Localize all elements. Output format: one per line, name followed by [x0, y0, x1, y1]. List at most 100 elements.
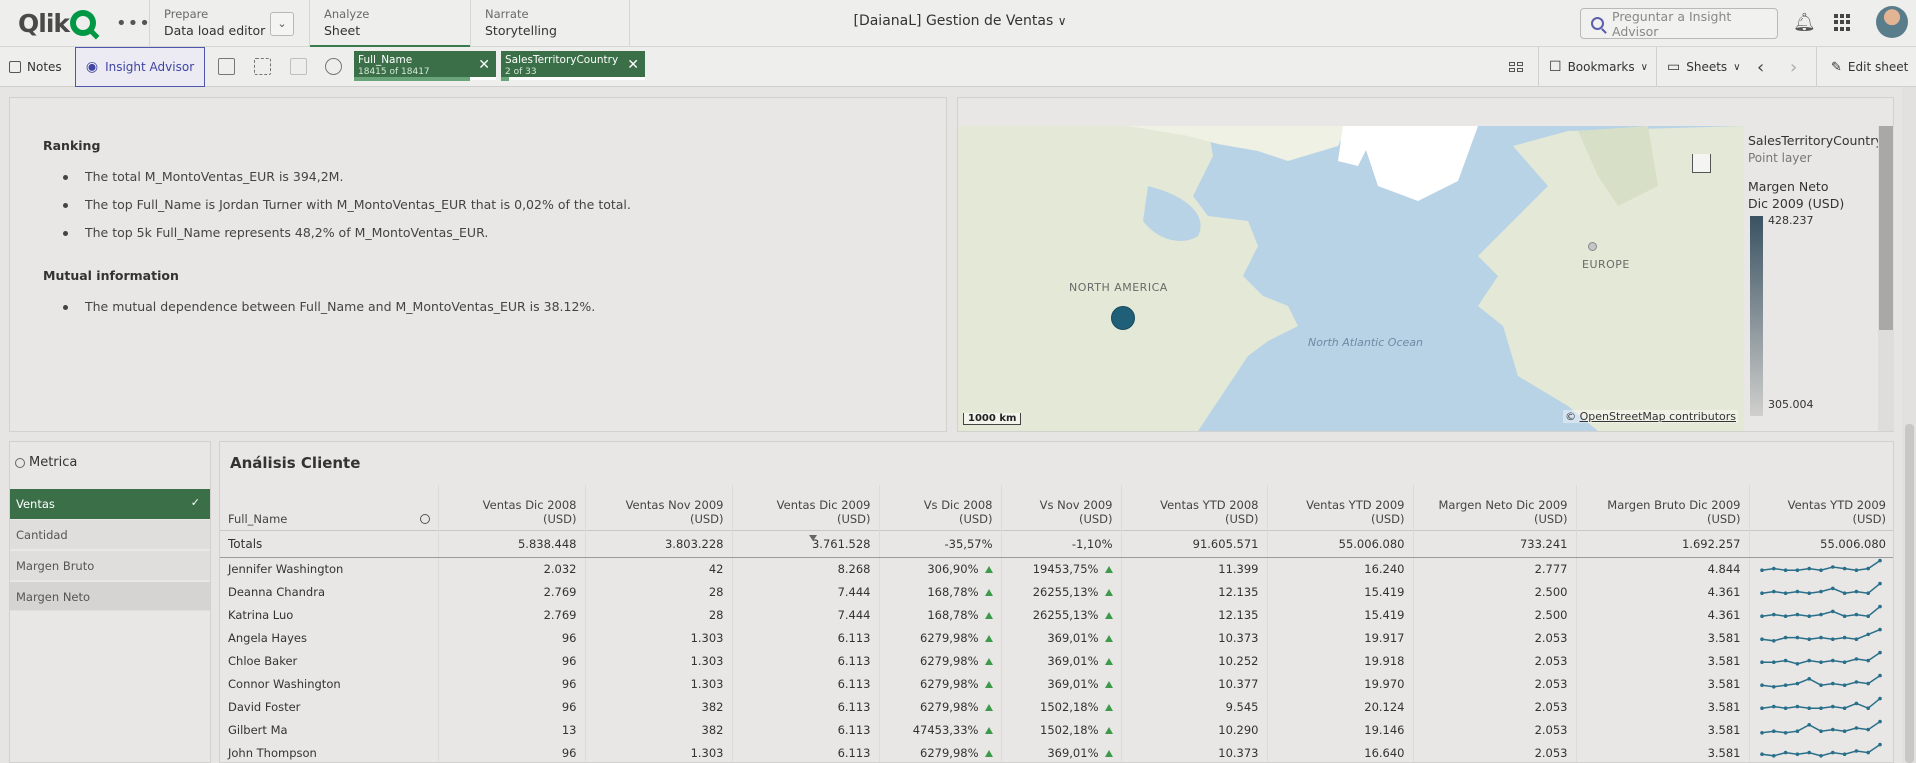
prepare-dropdown-button[interactable]: ⌄ [270, 12, 294, 36]
column-header[interactable]: Margen Neto Dic 2009 (USD) [1413, 485, 1577, 530]
table-cell: 6.113 [732, 695, 880, 718]
check-icon: ✓ [190, 496, 200, 509]
table-row[interactable]: Connor Washington 96 1.303 6.113 6279,98% 369… [220, 672, 1893, 695]
column-header[interactable]: Ventas YTD 2009 (USD) [1267, 485, 1414, 530]
sparkline-point [1842, 729, 1846, 733]
selections-tool-icon[interactable] [254, 58, 271, 75]
column-header[interactable]: Ventas Dic 2009 (USD) [732, 485, 880, 541]
metric-item-cantidad[interactable]: Cantidad [10, 520, 210, 549]
cell-value: 9.545 [1225, 699, 1259, 714]
close-icon[interactable]: ✕ [627, 57, 639, 73]
sparkline [1759, 627, 1882, 643]
cell-value: 1.303 [690, 676, 724, 691]
customer-name-cell[interactable]: Chloe Baker [220, 649, 439, 672]
column-header[interactable]: Ventas Dic 2008 (USD) [438, 485, 586, 530]
clear-selections-icon[interactable] [325, 58, 342, 75]
metric-item-margen-bruto[interactable]: Margen Bruto [10, 551, 210, 580]
attribution-link[interactable]: OpenStreetMap contributors [1580, 410, 1736, 423]
map-point-uk[interactable] [1588, 242, 1597, 251]
cell-value: 2.053 [1534, 745, 1568, 760]
column-header[interactable]: Ventas YTD 2008 (USD) [1121, 485, 1268, 530]
customer-name-cell[interactable]: Gilbert Ma [220, 718, 439, 741]
metric-item-margen-neto[interactable]: Margen Neto [10, 582, 210, 611]
bookmarks-button[interactable]: ☐ Bookmarks ∨ [1538, 47, 1648, 87]
cell-value: 168,78% [927, 607, 979, 622]
search-icon[interactable] [419, 513, 430, 524]
column-header[interactable]: Ventas YTD 2009 (USD) [1749, 485, 1893, 530]
apps-grid-icon[interactable] [1834, 14, 1851, 31]
column-header[interactable]: Vs Nov 2009 (USD) [1001, 485, 1122, 530]
customer-name-cell[interactable]: Jennifer Washington [220, 557, 439, 580]
cell-value: 96 [561, 630, 577, 645]
metric-search[interactable]: Metrica [15, 455, 77, 470]
cell-value: 28 [708, 607, 724, 622]
grid-view-button[interactable] [1509, 47, 1523, 87]
map-canvas[interactable]: NORTH AMERICA EUROPE North Atlantic Ocea… [958, 126, 1744, 431]
smart-search-icon[interactable] [218, 58, 235, 75]
edit-sheet-button[interactable]: ✎ Edit sheet [1816, 47, 1908, 87]
map-label-europe: EUROPE [1582, 258, 1630, 271]
table-row[interactable]: Chloe Baker 96 1.303 6.113 6279,98% 369,01% 10… [220, 649, 1893, 672]
step-back-icon [290, 58, 307, 75]
page-scrollbar[interactable] [1902, 87, 1916, 763]
sparkline-point [1865, 750, 1870, 755]
customer-name-cell[interactable]: John Thompson [220, 741, 439, 762]
customer-name-cell[interactable]: Angela Hayes [220, 626, 439, 649]
table-row[interactable]: Jennifer Washington 2.032 42 8.268 306,90% 19… [220, 557, 1893, 580]
insight-advisor-search[interactable]: Preguntar a Insight Advisor [1580, 8, 1778, 39]
table-cell: 7.444 [732, 580, 880, 603]
column-header[interactable]: Full_Name [220, 485, 439, 530]
bell-icon[interactable]: 🔔︎ [1793, 12, 1816, 33]
column-header[interactable]: Vs Dic 2008 (USD) [879, 485, 1002, 530]
cell-value: 6.113 [837, 699, 871, 714]
column-header[interactable]: Margen Bruto Dic 2009 (USD) [1576, 485, 1750, 530]
table-cell: 6279,98% [879, 649, 1002, 672]
table-row[interactable]: Deanna Chandra 2.769 28 7.444 168,78% 26255,1… [220, 580, 1893, 603]
table-row[interactable]: Gilbert Ma 13 382 6.113 47453,33% 1502,18% 10.… [220, 718, 1893, 741]
totals-cell: 3.761.528 [732, 529, 880, 558]
page-scrollbar-thumb[interactable] [1905, 424, 1914, 763]
metric-item-ventas[interactable]: Ventas ✓ [10, 489, 210, 519]
nav-analyze[interactable]: Analyze Sheet [309, 0, 470, 48]
selection-chip-country[interactable]: SalesTerritoryCountry 2 of 33 ✕ [501, 51, 645, 81]
app-title[interactable]: [DaianaL] Gestion de Ventas ∨ [660, 13, 1260, 29]
table-row[interactable]: David Foster 96 382 6.113 6279,98% 1502,18% 9.… [220, 695, 1893, 718]
cell-value: 2.053 [1534, 630, 1568, 645]
close-icon[interactable]: ✕ [478, 57, 490, 73]
column-header[interactable]: Ventas Nov 2009 (USD) [585, 485, 733, 530]
avatar[interactable] [1876, 6, 1908, 38]
home-icon[interactable] [1692, 154, 1711, 173]
customer-name-cell[interactable]: Katrina Luo [220, 603, 439, 626]
qlik-logo[interactable]: Qlik [18, 9, 97, 38]
table-cell: 2.053 [1413, 718, 1577, 741]
table-row[interactable]: John Thompson 96 1.303 6.113 6279,98% 369,01%… [220, 741, 1893, 762]
map-point-us[interactable] [1111, 306, 1135, 330]
sparkline-point [1818, 754, 1823, 758]
customer-name-cell[interactable]: Deanna Chandra [220, 580, 439, 603]
legend-scrollbar-thumb[interactable] [1879, 126, 1893, 330]
customer-name-cell[interactable]: Connor Washington [220, 672, 439, 695]
previous-sheet-button[interactable]: ‹ [1757, 47, 1764, 87]
more-icon[interactable]: ••• [116, 13, 151, 34]
insight-advisor-button[interactable]: ◉ Insight Advisor [75, 47, 205, 87]
cell-value: 369,01% [1047, 630, 1099, 645]
cell-value: 6279,98% [920, 699, 979, 714]
notes-button[interactable]: Notes [9, 47, 62, 87]
table-row[interactable]: Katrina Luo 2.769 28 7.444 168,78% 26255,13% 1… [220, 603, 1893, 626]
table-cell: 10.373 [1121, 741, 1268, 762]
metric-item-label: Margen Bruto [16, 559, 95, 573]
sparkline-point [1877, 696, 1882, 701]
table-cell: 15.419 [1267, 580, 1414, 603]
table-cell: 96 [438, 626, 586, 649]
nav-narrate[interactable]: Narrate Storytelling [470, 0, 630, 47]
insight-advisor-label: Insight Advisor [105, 60, 195, 74]
customer-name-cell[interactable]: David Foster [220, 695, 439, 718]
table-cell: 3.581 [1576, 649, 1750, 672]
sparkline-point [1830, 704, 1835, 709]
legend-min: 305.004 [1768, 398, 1814, 411]
sort-descending-icon [808, 534, 817, 541]
table-row[interactable]: Angela Hayes 96 1.303 6.113 6279,98% 369,01% 1… [220, 626, 1893, 649]
selection-chip-full-name[interactable]: Full_Name 18415 of 18417 ✕ [354, 51, 496, 81]
sheets-button[interactable]: ▭ Sheets ∨ [1656, 47, 1741, 87]
cell-value: 1502,18% [1040, 699, 1099, 714]
